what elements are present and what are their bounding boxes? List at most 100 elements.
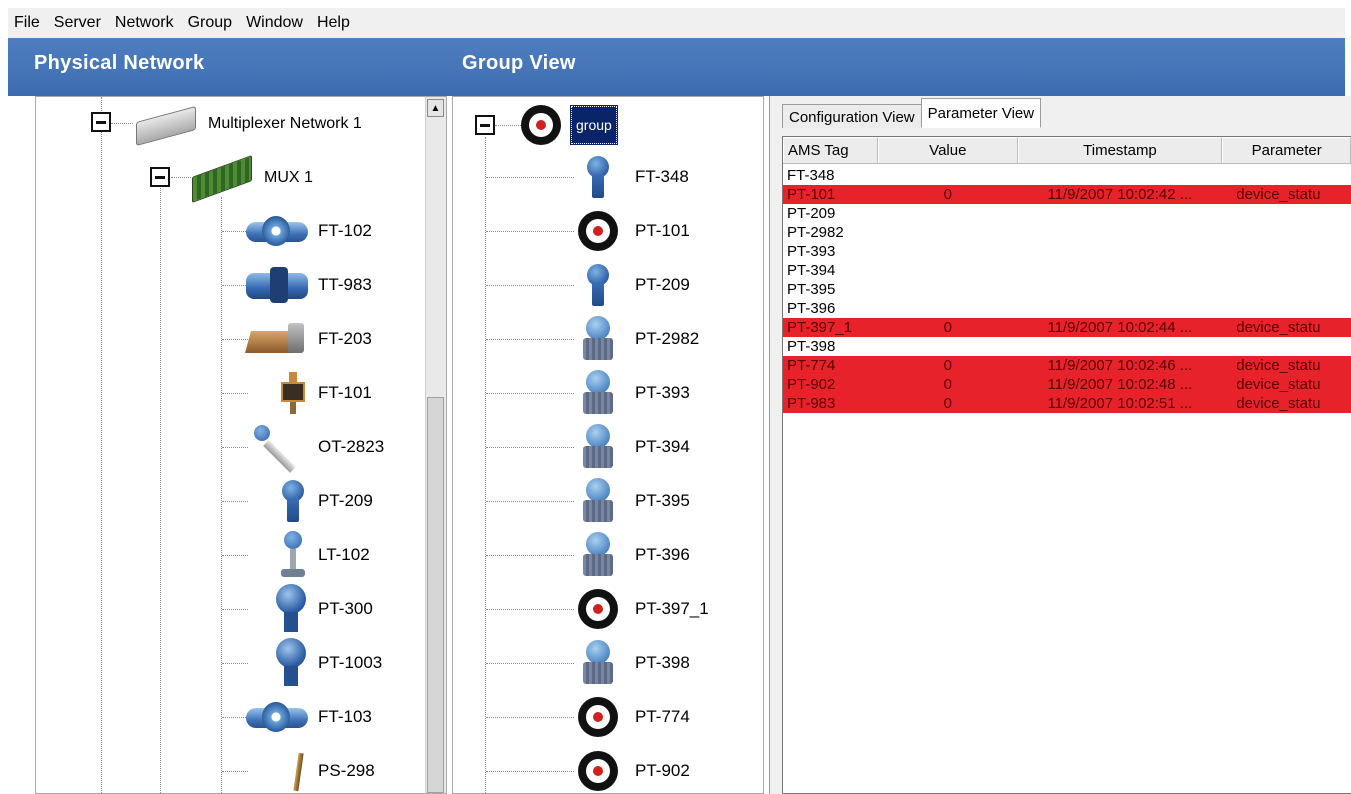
temperature-transmitter-icon: [246, 265, 308, 305]
device-icon-slot: [244, 372, 308, 414]
parameter-list[interactable]: AMS Tag Value Timestamp Parameter FT-348…: [782, 136, 1351, 794]
cell-timestamp: 11/9/2007 10:02:48 ...: [1047, 376, 1193, 393]
cell-parameter: device_statu: [1236, 357, 1321, 374]
group-view-tree[interactable]: group FT-348 PT-101 PT-209 PT-2982 PT-393 PT-…: [452, 96, 764, 794]
table-row[interactable]: PT-396: [783, 299, 1351, 318]
tree-node-group-member[interactable]: PT-397_1: [575, 584, 755, 634]
cell-timestamp: [1017, 280, 1222, 299]
tree-node-mux[interactable]: MUX 1: [190, 153, 313, 203]
tree-node-group-member[interactable]: PT-774: [575, 692, 755, 742]
tree-node-group-member[interactable]: PT-393: [575, 368, 755, 418]
menu-bar: File Server Network Group Window Help: [8, 8, 1345, 39]
tree-node-device[interactable]: FT-102: [244, 206, 394, 256]
tree-node-device[interactable]: FT-101: [244, 368, 394, 418]
dp-transmitter-icon: [581, 640, 615, 686]
scroll-up-arrow-icon[interactable]: ▲: [427, 99, 444, 117]
menu-help[interactable]: Help: [310, 14, 357, 32]
pressure-transmitter-icon: [583, 262, 613, 308]
tree-node-device[interactable]: LT-102: [244, 530, 394, 580]
cell-parameter: [1222, 242, 1351, 261]
device-icon-slot: [244, 584, 308, 634]
network-collapse-toggle[interactable]: [91, 112, 111, 132]
tree-node-multiplexer-network[interactable]: Multiplexer Network 1: [134, 99, 362, 149]
cell-tag: FT-348: [787, 167, 835, 184]
table-row[interactable]: PT-983 0 11/9/2007 10:02:51 ... device_stat…: [783, 394, 1351, 413]
device-icon-slot: [244, 321, 308, 357]
group-member-icon-slot: [575, 424, 621, 470]
cell-value: [878, 242, 1017, 261]
tree-node-label-selected: group: [570, 105, 618, 145]
tree-node-device[interactable]: PS-298: [244, 746, 394, 793]
table-row[interactable]: PT-2982: [783, 223, 1351, 242]
tree-node-group-member[interactable]: PT-398: [575, 638, 755, 688]
cell-timestamp: [1017, 299, 1222, 318]
table-row[interactable]: PT-774 0 11/9/2007 10:02:46 ... device_stat…: [783, 356, 1351, 375]
tree-node-group-member[interactable]: FT-348: [575, 152, 755, 202]
cell-value: 0: [943, 357, 952, 374]
tree-node-label: PT-101: [635, 221, 690, 240]
menu-window[interactable]: Window: [239, 14, 310, 32]
mux-collapse-toggle[interactable]: [150, 167, 170, 187]
tree-node-group[interactable]: group: [521, 100, 618, 150]
table-row[interactable]: PT-209: [783, 204, 1351, 223]
tree-node-group-member[interactable]: PT-101: [575, 206, 755, 256]
cell-parameter: device_statu: [1236, 319, 1321, 336]
tree-node-device[interactable]: FT-103: [244, 692, 394, 742]
tree-node-device[interactable]: PT-209: [244, 476, 394, 526]
parameter-view-panel: Configuration View Parameter View AMS Tag…: [769, 96, 1351, 794]
tab-configuration-view[interactable]: Configuration View: [782, 104, 922, 128]
tab-parameter-view[interactable]: Parameter View: [920, 98, 1042, 128]
menu-file[interactable]: File: [8, 14, 47, 32]
tree-node-label: Multiplexer Network 1: [208, 115, 362, 132]
tree-node-device[interactable]: PT-1003: [244, 638, 394, 688]
tree-node-group-member[interactable]: PT-395: [575, 476, 755, 526]
menu-group[interactable]: Group: [181, 14, 239, 32]
flow-meter-icon: [246, 698, 308, 736]
column-header-timestamp[interactable]: Timestamp: [1017, 137, 1223, 163]
table-row[interactable]: PT-902 0 11/9/2007 10:02:48 ... device_stat…: [783, 375, 1351, 394]
tree-node-label: PT-398: [635, 653, 690, 672]
cell-value: 0: [943, 319, 952, 336]
table-row[interactable]: FT-348: [783, 166, 1351, 185]
cell-value: [878, 261, 1017, 280]
table-row[interactable]: PT-393: [783, 242, 1351, 261]
tree-node-label: PT-209: [318, 491, 373, 510]
tree-node-group-member[interactable]: PT-902: [575, 746, 755, 793]
tree-node-device[interactable]: OT-2823: [244, 422, 394, 473]
device-icon-slot: [244, 531, 308, 579]
physical-tree-scrollbar[interactable]: ▲: [425, 97, 446, 793]
cell-timestamp: [1017, 261, 1222, 280]
column-header-value[interactable]: Value: [878, 137, 1018, 163]
group-collapse-toggle[interactable]: [475, 115, 495, 135]
tree-node-label: PT-397_1: [635, 599, 709, 618]
dp-transmitter-icon: [581, 316, 615, 362]
tree-node-group-member[interactable]: PT-2982: [575, 314, 755, 364]
tree-node-group-member[interactable]: PT-209: [575, 260, 755, 310]
tree-node-label: PS-298: [318, 761, 375, 780]
tree-node-device[interactable]: TT-983: [244, 260, 394, 310]
table-row[interactable]: PT-395: [783, 280, 1351, 299]
column-header-parameter[interactable]: Parameter: [1222, 137, 1351, 163]
scrollbar-thumb[interactable]: [427, 397, 444, 793]
cell-value: [878, 280, 1017, 299]
tree-node-label: OT-2823: [318, 437, 385, 456]
device-icon-slot: [244, 212, 308, 250]
physical-network-tree[interactable]: Multiplexer Network 1 MUX 1 FT-102 TT-983…: [35, 96, 447, 794]
column-header-ams-tag[interactable]: AMS Tag: [783, 137, 879, 163]
tree-node-device[interactable]: PT-300: [244, 584, 394, 634]
tree-node-group-member[interactable]: PT-394: [575, 422, 755, 472]
tree-node-group-member[interactable]: PT-396: [575, 530, 755, 580]
device-icon-slot: [244, 478, 308, 524]
menu-server[interactable]: Server: [47, 14, 108, 32]
table-row[interactable]: PT-398: [783, 337, 1351, 356]
group-member-icon-slot: [575, 316, 621, 362]
table-row[interactable]: PT-101 0 11/9/2007 10:02:42 ... device_stat…: [783, 185, 1351, 204]
menu-network[interactable]: Network: [108, 14, 181, 32]
group-member-icon-slot: [575, 370, 621, 416]
tree-node-label: PT-209: [635, 275, 690, 294]
table-row[interactable]: PT-394: [783, 261, 1351, 280]
table-row[interactable]: PT-397_1 0 11/9/2007 10:02:44 ... device_st…: [783, 318, 1351, 337]
cell-timestamp: 11/9/2007 10:02:51 ...: [1047, 395, 1193, 412]
cell-tag: PT-209: [787, 205, 836, 222]
tree-node-device[interactable]: FT-203: [244, 314, 394, 364]
